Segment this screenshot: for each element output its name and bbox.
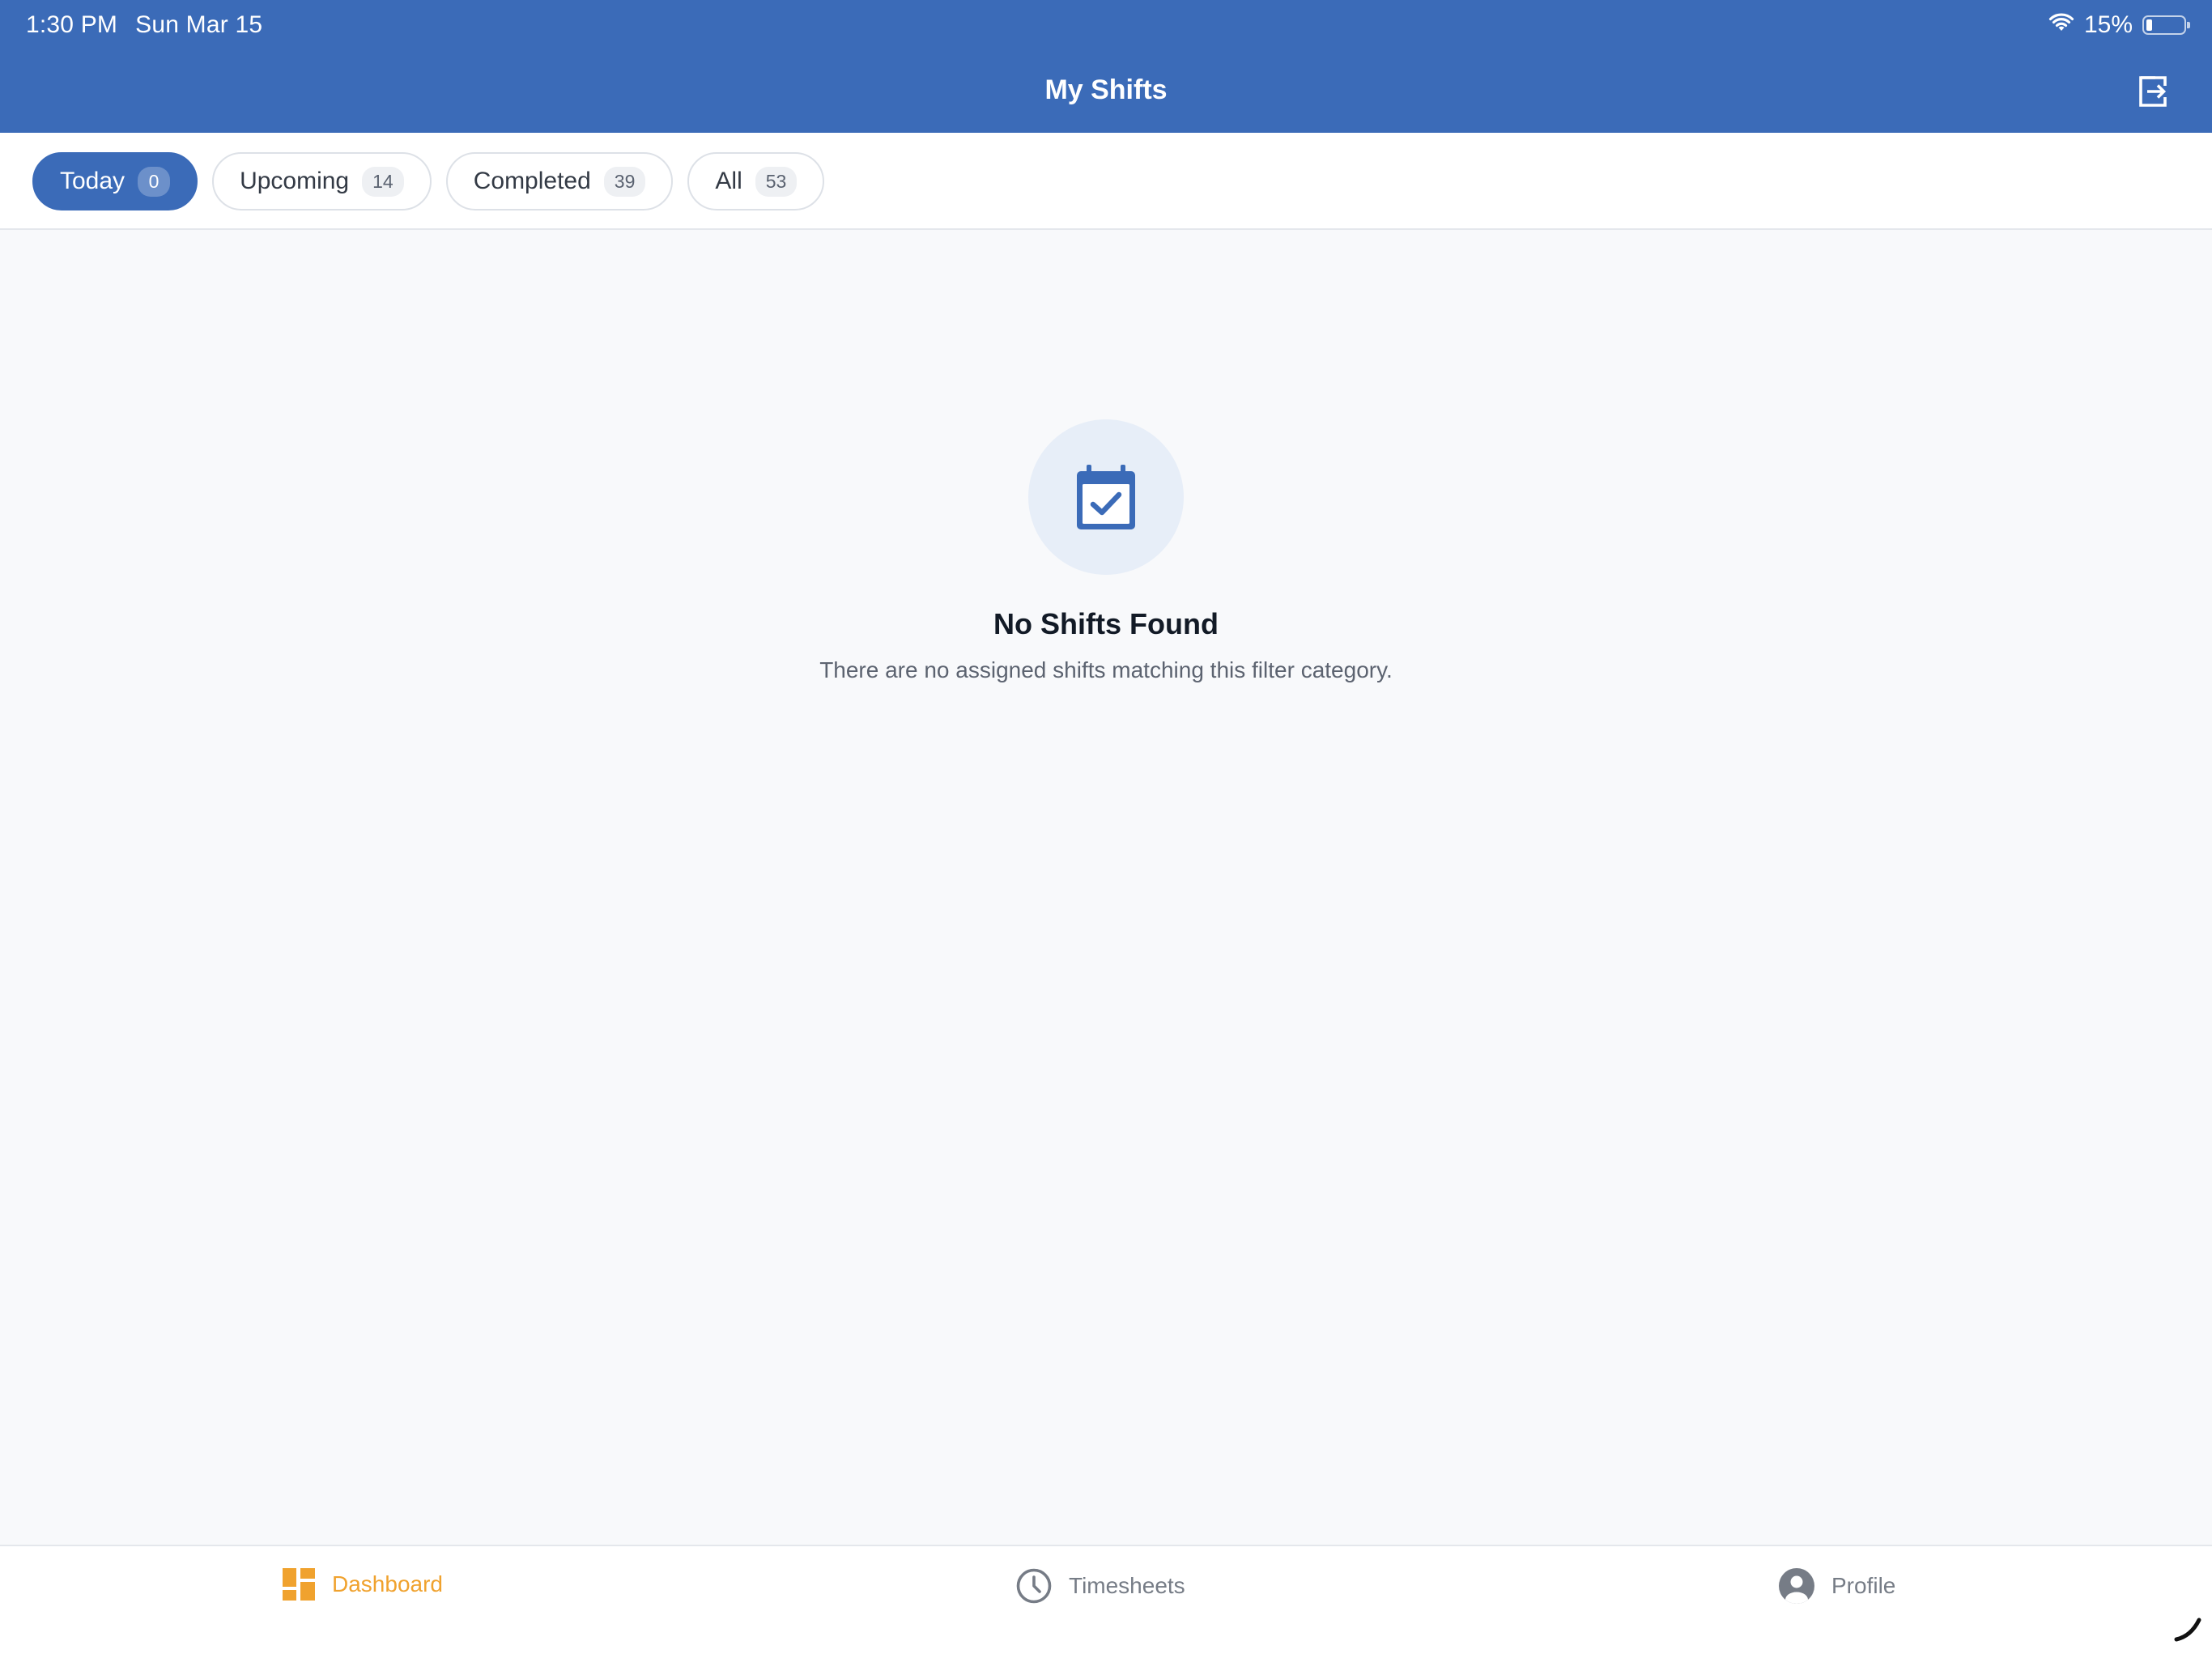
tab-all[interactable]: All 53 — [687, 152, 825, 210]
nav-label: Dashboard — [332, 1571, 443, 1596]
tab-count-badge: 0 — [138, 166, 171, 197]
tab-completed[interactable]: Completed 39 — [445, 152, 674, 210]
empty-state-title: No Shifts Found — [993, 607, 1219, 640]
page-title: My Shifts — [1044, 74, 1168, 105]
battery-fill — [2146, 19, 2152, 31]
tab-label: Today — [60, 168, 125, 194]
nav-timesheets[interactable]: Timesheets — [1015, 1567, 1185, 1605]
battery-percent: 15% — [2083, 11, 2133, 38]
status-time: 1:30 PM — [26, 11, 118, 38]
clock-icon — [1016, 1568, 1052, 1604]
nav-label: Timesheets — [1069, 1573, 1185, 1598]
filter-bar: Today 0 Upcoming 14 Completed 39 All 53 — [0, 133, 2212, 230]
battery-icon — [2142, 15, 2190, 35]
app-header: 1:30 PM Sun Mar 15 15% My Shifts — [0, 0, 2212, 133]
home-indicator-icon — [2172, 1617, 2204, 1648]
empty-state: No Shifts Found There are no assigned sh… — [0, 419, 2212, 683]
tab-count-badge: 39 — [603, 166, 646, 197]
empty-state-message: There are no assigned shifts matching th… — [819, 657, 1393, 682]
nav-dashboard[interactable]: Dashboard — [282, 1567, 443, 1601]
tab-label: Upcoming — [240, 168, 350, 194]
status-bar-left: 1:30 PM Sun Mar 15 — [26, 11, 280, 39]
nav-label: Profile — [1831, 1573, 1896, 1598]
nav-profile[interactable]: Profile — [1778, 1567, 1895, 1605]
tab-upcoming[interactable]: Upcoming 14 — [212, 152, 432, 210]
tab-label: Completed — [473, 168, 591, 194]
tab-today[interactable]: Today 0 — [32, 152, 198, 210]
tab-count-badge: 53 — [755, 166, 798, 197]
dashboard-icon — [283, 1568, 315, 1601]
logout-button[interactable] — [2134, 73, 2172, 110]
empty-state-icon-circle — [1028, 419, 1184, 575]
logout-icon — [2139, 76, 2167, 107]
calendar-check-icon — [1077, 465, 1135, 529]
status-bar-right: 15% — [2048, 11, 2190, 39]
tab-label: All — [715, 168, 742, 194]
user-icon — [1779, 1568, 1814, 1604]
bottom-nav: Dashboard Timesheets Profile — [0, 1545, 2212, 1658]
wifi-icon — [2048, 11, 2074, 39]
tab-count-badge: 14 — [362, 166, 404, 197]
filter-tabs: Today 0 Upcoming 14 Completed 39 All 53 — [32, 152, 825, 210]
status-date: Sun Mar 15 — [135, 11, 263, 38]
